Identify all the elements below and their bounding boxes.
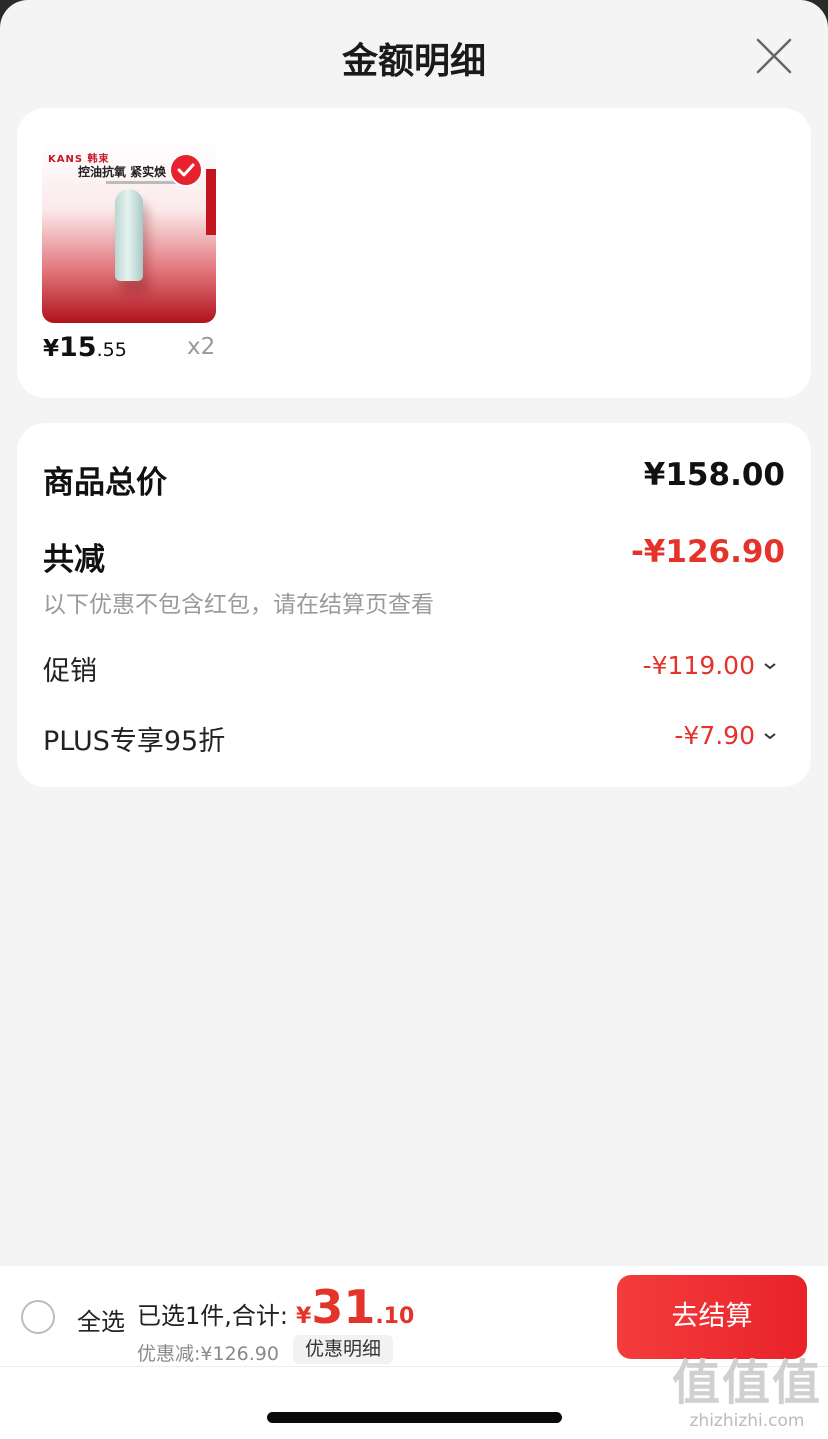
product-bottle (115, 189, 143, 281)
checkout-button[interactable]: 去结算 (617, 1275, 807, 1359)
discount-detail-button[interactable]: 优惠明细 (293, 1335, 394, 1364)
home-indicator[interactable] (267, 1412, 562, 1423)
product-card: KANS 韩束 控油抗氧 紧实焕 ¥15.55 x2 (17, 108, 811, 398)
total-reduction-label: 共减 (43, 542, 105, 578)
total-price-label: 商品总价 (43, 465, 167, 501)
promotion-value: -¥119.00 (642, 651, 755, 680)
checkmark-icon (169, 153, 203, 187)
promotion-row[interactable]: -¥119.00 (643, 651, 777, 680)
selected-total: ¥31.10 (296, 1280, 415, 1334)
watermark-url: zhizhizhi.com (689, 1411, 805, 1431)
page-title: 金额明细 (341, 41, 486, 82)
watermark: 值值值 zhizhizhi.com (672, 1355, 822, 1431)
selected-info: 已选1件,合计: (137, 1302, 288, 1330)
total-price-value: ¥158.00 (643, 457, 785, 493)
reduction-note: 以下优惠不包含红包，请在结算页查看 (43, 592, 434, 618)
close-icon[interactable] (754, 36, 794, 76)
discount-amount: 优惠减:¥126.90 (137, 1343, 279, 1365)
price-summary-card: 商品总价 ¥158.00 共减 -¥126.90 以下优惠不包含红包，请在结算页… (17, 423, 811, 787)
plus-discount-value: -¥7.90 (674, 721, 755, 750)
sheet-header: 金额明细 (0, 0, 828, 108)
product-quantity: x2 (187, 334, 216, 360)
plus-discount-label: PLUS专享95折 (43, 726, 226, 757)
chevron-down-icon (763, 725, 777, 746)
plus-discount-row[interactable]: -¥7.90 (674, 721, 777, 750)
promotion-label: 促销 (43, 656, 97, 687)
select-all-radio[interactable] (21, 1300, 55, 1334)
select-all-label[interactable]: 全选 (77, 1302, 125, 1337)
product-image-slogan: 控油抗氧 紧实焕 (78, 165, 167, 179)
amount-detail-sheet: 金额明细 KANS 韩束 控油抗氧 紧实焕 ¥15.55 x2 商品总价 ¥15 (0, 0, 828, 1439)
product-image-ribbon (206, 169, 216, 235)
watermark-logo: 值值值 (671, 1355, 822, 1411)
checkout-bar: 全选 已选1件,合计: ¥31.10 优惠减:¥126.90 优惠明细 去结算 … (0, 1266, 828, 1439)
product-price: ¥15.55 (43, 332, 127, 363)
total-reduction-value: -¥126.90 (630, 534, 785, 570)
product-image-subtext (106, 181, 176, 184)
chevron-down-icon (763, 655, 777, 676)
